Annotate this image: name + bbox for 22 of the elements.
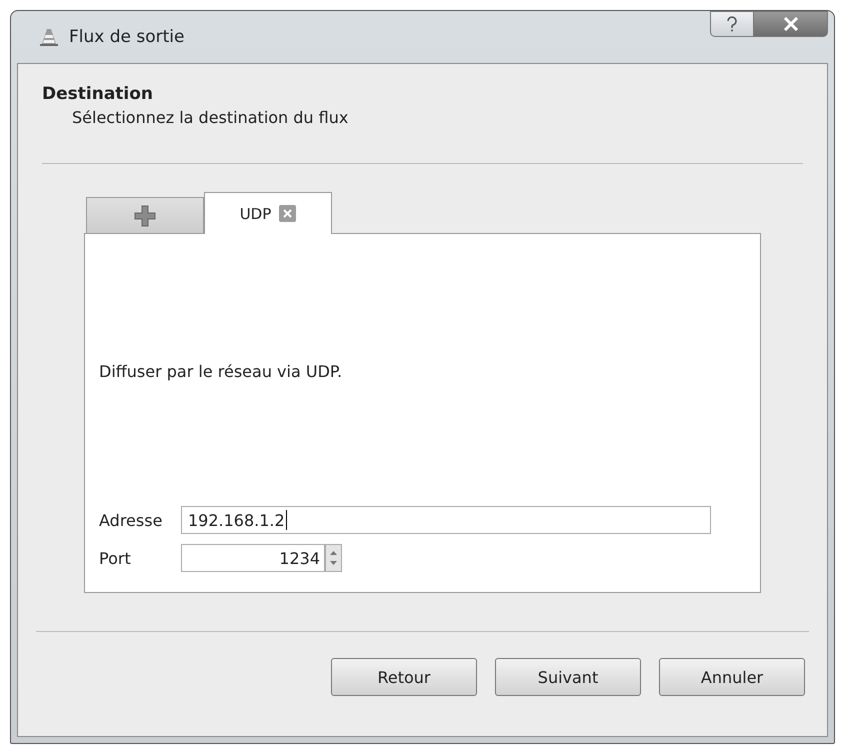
close-button[interactable] xyxy=(754,11,828,37)
address-field[interactable]: 192.168.1.2 xyxy=(181,506,711,534)
tab[interactable]: UDP xyxy=(204,192,332,234)
tab-label: UDP xyxy=(240,204,272,222)
help-button[interactable] xyxy=(710,11,754,37)
traffic-cone-icon xyxy=(39,27,59,47)
help-icon xyxy=(726,16,738,32)
plus-icon xyxy=(134,204,156,226)
close-tab-icon[interactable] xyxy=(279,205,296,222)
field-label: Adresse xyxy=(99,510,164,530)
page-title: Destination xyxy=(42,84,154,104)
spinner-arrows-icon[interactable] xyxy=(325,544,342,572)
port-field[interactable]: 1234 xyxy=(181,544,325,572)
close-icon xyxy=(782,17,798,31)
page-subtitle: Sélectionnez la destination du flux xyxy=(72,108,350,127)
field-label: Port xyxy=(99,548,132,568)
description-text: Diffuser par le réseau via UDP. xyxy=(99,362,344,381)
dialog-button[interactable]: Annuler xyxy=(659,658,805,696)
dialog-button[interactable]: Retour xyxy=(331,658,477,696)
dialog-button[interactable]: Suivant xyxy=(495,658,641,696)
add-tab[interactable] xyxy=(86,197,204,233)
window-title: Flux de sortie xyxy=(69,27,184,47)
